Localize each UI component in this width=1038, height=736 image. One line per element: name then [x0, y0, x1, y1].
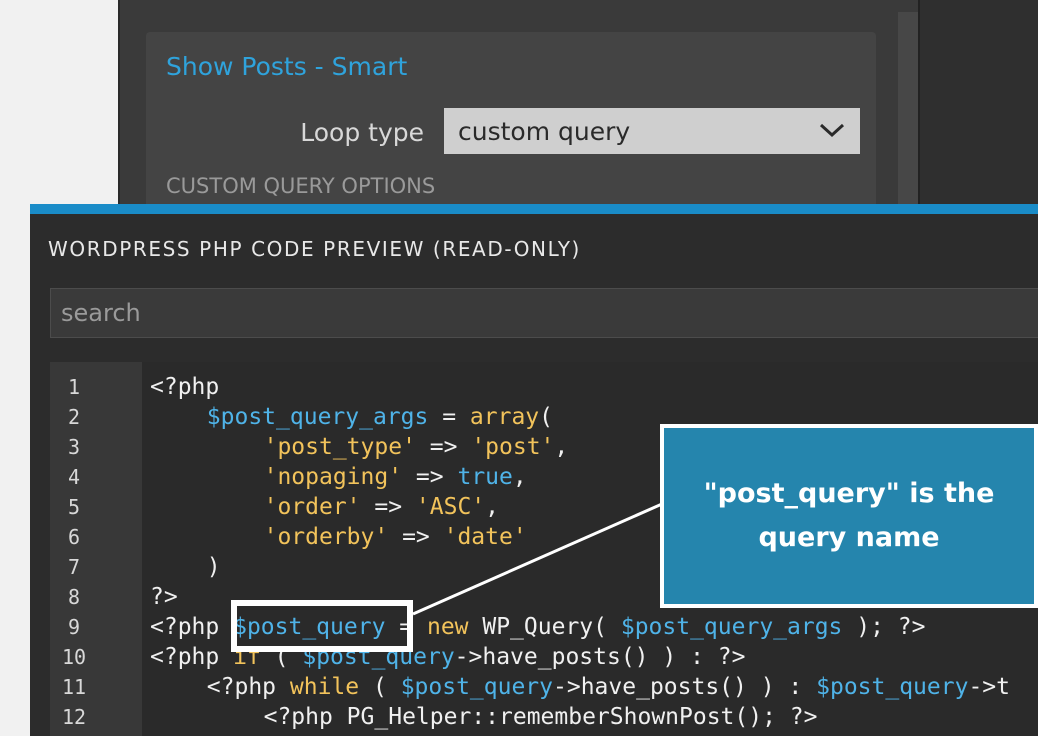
line-number: 1 — [67, 375, 81, 399]
code-token: ->have_posts() ) : — [553, 674, 817, 700]
line-number: 12 — [61, 705, 87, 729]
code-token: 'orderby' — [263, 524, 389, 550]
code-line: 1 <?php — [50, 372, 1038, 402]
code-token: 'nopaging' — [263, 464, 403, 490]
custom-query-options-header: CUSTOM QUERY OPTIONS — [166, 174, 436, 198]
code-token: while — [289, 674, 360, 700]
callout-line-2: query name — [758, 522, 940, 553]
code-text: 'order' => 'ASC', — [264, 492, 499, 522]
code-token: ( — [539, 404, 554, 430]
line-number: 9 — [67, 615, 81, 639]
code-token: => — [415, 434, 472, 460]
loop-type-select[interactable]: custom query — [444, 108, 860, 154]
code-token: 'ASC' — [415, 494, 486, 520]
code-token: = — [428, 404, 470, 430]
code-token: <?php — [150, 644, 234, 670]
code-token: <?php — [150, 374, 220, 400]
code-token: ?> — [150, 584, 178, 610]
code-token: true — [457, 464, 513, 490]
code-text: <?php while ( $post_query->have_posts() … — [207, 672, 1010, 702]
code-token: new — [426, 614, 469, 640]
section-title[interactable]: Show Posts - Smart — [166, 50, 407, 84]
code-token: => — [402, 464, 458, 490]
code-token: 'post' — [471, 434, 555, 460]
code-token: ) — [206, 554, 221, 580]
line-number: 3 — [67, 435, 81, 459]
code-token: $post_query_args — [620, 614, 843, 640]
search-input[interactable] — [50, 288, 1038, 338]
code-token: , — [554, 434, 569, 460]
settings-scrollbar[interactable] — [898, 12, 918, 212]
code-token: $post_query_args — [206, 404, 429, 430]
code-token: , — [485, 494, 500, 520]
code-line: 12 <?php PG_Helper::rememberShownPost(); … — [50, 702, 1038, 732]
code-token: => — [360, 494, 416, 520]
line-number: 2 — [67, 405, 81, 429]
code-token: 'post_type' — [263, 434, 416, 460]
code-token: <?php PG_Helper::rememberShownPost(); ?> — [263, 704, 818, 730]
code-token: 'date' — [443, 524, 527, 550]
callout-box: "post_query" is the query name — [660, 424, 1038, 608]
line-number: 6 — [67, 525, 81, 549]
code-text: ?> — [150, 582, 178, 612]
loop-type-label: Loop type — [300, 118, 424, 147]
code-text: 'nopaging' => true, — [264, 462, 527, 492]
line-number: 4 — [67, 465, 81, 489]
code-text: 'post_type' => 'post', — [264, 432, 569, 462]
code-token: ->have_posts() ) : ?> — [454, 644, 746, 670]
code-token: <?php — [206, 674, 290, 700]
code-line: 9 <?php $post_query = new WP_Query( $post… — [50, 612, 1038, 642]
code-token: $post_query — [400, 674, 554, 700]
code-line: 11 <?php while ( $post_query->have_posts(… — [50, 672, 1038, 702]
callout-line-1: "post_query" is the — [703, 478, 995, 509]
code-token: array — [469, 404, 540, 430]
loop-type-value: custom query — [458, 117, 631, 146]
code-token: <?php — [150, 614, 234, 640]
code-text: $post_query_args = array( — [207, 402, 553, 432]
code-text: <?php PG_Helper::rememberShownPost(); ?> — [264, 702, 818, 732]
code-token: , — [512, 464, 527, 490]
line-number: 7 — [67, 555, 81, 579]
chevron-down-icon — [819, 123, 845, 138]
code-token: => — [388, 524, 444, 550]
line-number: 10 — [61, 645, 87, 669]
code-text: ) — [207, 552, 221, 582]
line-number: 5 — [67, 495, 81, 519]
line-number: 8 — [67, 585, 81, 609]
line-number: 11 — [61, 675, 87, 699]
code-token: ); ?> — [842, 614, 926, 640]
code-text: 'orderby' => 'date' — [264, 522, 527, 552]
code-token: $post_query — [816, 674, 969, 700]
code-token: ->t — [968, 674, 1010, 700]
code-token: 'order' — [263, 494, 361, 520]
highlight-box — [231, 600, 413, 652]
modal-title: WORDPRESS PHP CODE PREVIEW (READ-ONLY) — [48, 237, 581, 261]
code-line: 10 <?php if ( $post_query->have_posts() )… — [50, 642, 1038, 672]
code-token: WP_Query( — [468, 614, 621, 640]
code-text: <?php — [150, 372, 219, 402]
code-token: ( — [359, 674, 401, 700]
